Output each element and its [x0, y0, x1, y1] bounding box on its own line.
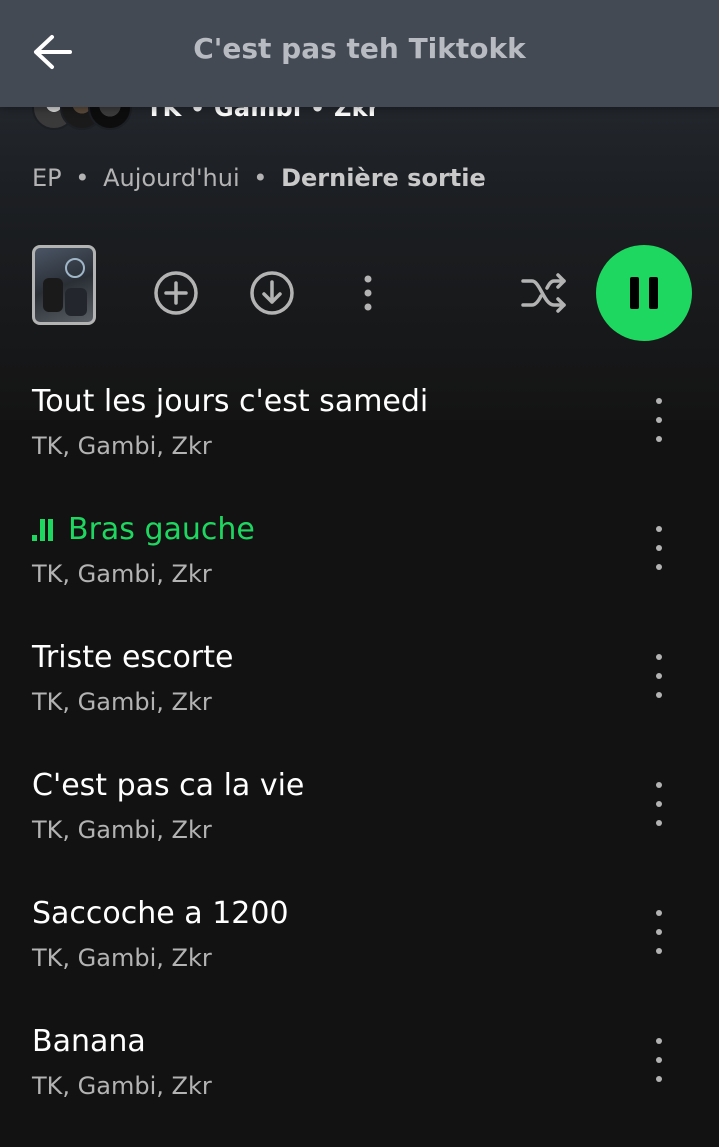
- track-title: C'est pas ca la vie: [32, 768, 305, 803]
- release-type: EP: [32, 164, 62, 192]
- track-list: Tout les jours c'est samedi TK, Gambi, Z…: [0, 356, 719, 1124]
- track-artists: TK, Gambi, Zkr: [32, 560, 212, 588]
- track-more-button[interactable]: [639, 910, 679, 954]
- latest-release-badge: Dernière sortie: [281, 164, 486, 192]
- track-more-button[interactable]: [639, 654, 679, 698]
- more-options-button[interactable]: [344, 269, 392, 317]
- pause-button[interactable]: [596, 245, 692, 341]
- meta-separator: •: [253, 164, 268, 192]
- track-row[interactable]: Banana TK, Gambi, Zkr: [0, 996, 719, 1124]
- now-playing-equalizer-icon: [32, 518, 56, 541]
- track-more-button[interactable]: [639, 1038, 679, 1082]
- track-row[interactable]: Triste escorte TK, Gambi, Zkr: [0, 612, 719, 740]
- track-artists: TK, Gambi, Zkr: [32, 816, 212, 844]
- pause-icon: [630, 277, 639, 309]
- shuffle-icon: [521, 273, 566, 313]
- track-title: Tout les jours c'est samedi: [32, 384, 429, 419]
- add-circle-icon: [154, 271, 198, 315]
- track-row[interactable]: Bras gauche TK, Gambi, Zkr: [0, 484, 719, 612]
- add-to-library-button[interactable]: [152, 269, 200, 317]
- arrow-left-icon: [34, 35, 72, 69]
- back-button[interactable]: [28, 28, 76, 76]
- download-button[interactable]: [248, 269, 296, 317]
- track-title: Saccoche a 1200: [32, 896, 289, 931]
- page-title: C'est pas teh Tiktokk: [193, 32, 526, 65]
- track-more-button[interactable]: [639, 782, 679, 826]
- track-row[interactable]: Saccoche a 1200 TK, Gambi, Zkr: [0, 868, 719, 996]
- track-artists: TK, Gambi, Zkr: [32, 432, 212, 460]
- download-circle-icon: [250, 271, 294, 315]
- more-vertical-icon: [364, 275, 372, 311]
- track-title: Bras gauche: [32, 512, 255, 547]
- meta-separator: •: [75, 164, 90, 192]
- track-row[interactable]: Tout les jours c'est samedi TK, Gambi, Z…: [0, 356, 719, 484]
- track-artists: TK, Gambi, Zkr: [32, 1072, 212, 1100]
- release-date: Aujourd'hui: [103, 164, 240, 192]
- track-more-button[interactable]: [639, 526, 679, 570]
- top-app-bar: C'est pas teh Tiktokk: [0, 0, 719, 107]
- track-more-button[interactable]: [639, 398, 679, 442]
- track-row[interactable]: C'est pas ca la vie TK, Gambi, Zkr: [0, 740, 719, 868]
- track-title: Triste escorte: [32, 640, 234, 675]
- track-artists: TK, Gambi, Zkr: [32, 688, 212, 716]
- track-artists: TK, Gambi, Zkr: [32, 944, 212, 972]
- release-meta: EP • Aujourd'hui • Dernière sortie: [32, 164, 486, 192]
- track-title: Banana: [32, 1024, 146, 1059]
- shuffle-button[interactable]: [520, 269, 568, 317]
- album-cover-thumbnail[interactable]: [32, 245, 96, 325]
